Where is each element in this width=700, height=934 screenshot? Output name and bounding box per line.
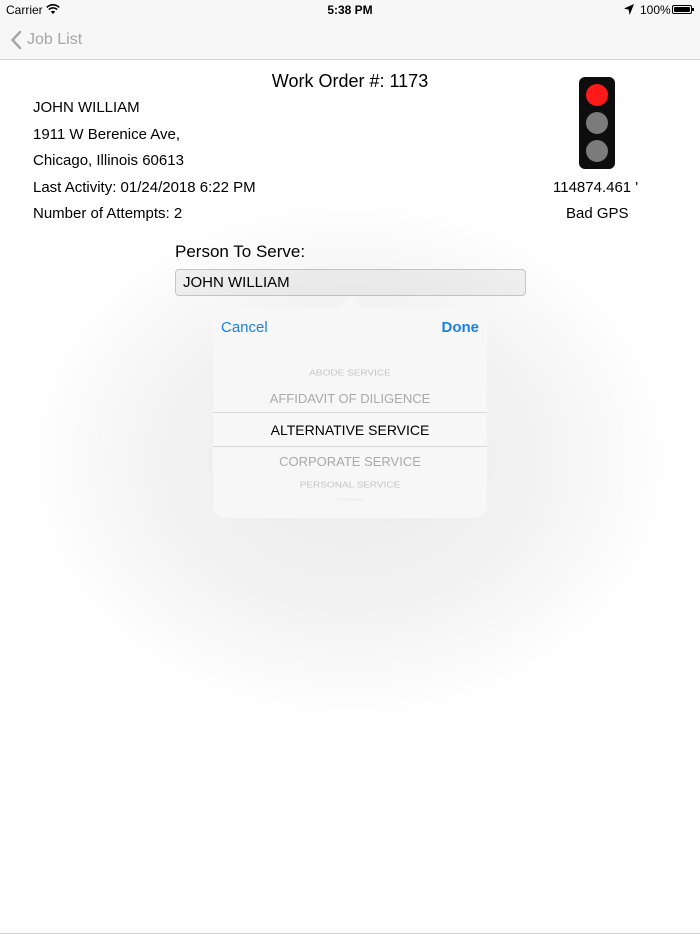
picker-option[interactable]: POSTING [213, 499, 487, 502]
picker-selection-divider-top [213, 412, 487, 413]
navigation-bar: Job List [0, 20, 700, 60]
attempts-count: Number of Attempts: 2 [33, 205, 183, 222]
battery-icon [672, 5, 694, 14]
yellow-light [586, 112, 608, 134]
picker-option[interactable]: AFFIDAVIT OF DILIGENCE [213, 391, 487, 406]
person-to-serve-label: Person To Serve: [175, 242, 306, 261]
address-line-1: 1911 W Berenice Ave, [33, 126, 181, 143]
clock: 5:38 PM [327, 3, 373, 17]
gps-distance: 114874.461 ' [553, 179, 639, 196]
person-to-serve-input[interactable] [175, 269, 526, 296]
picker-option-selected[interactable]: ALTERNATIVE SERVICE [213, 422, 487, 438]
picker-option[interactable]: PERSONAL SERVICE [213, 481, 487, 490]
traffic-light-icon [579, 77, 615, 169]
location-arrow-icon [624, 4, 634, 15]
client-name: JOHN WILLIAM [33, 99, 140, 116]
picker-selection-divider-bottom [213, 446, 487, 447]
last-activity: Last Activity: 01/24/2018 6:22 PM [33, 179, 256, 196]
gps-status: Bad GPS [566, 205, 629, 222]
green-light [586, 140, 608, 162]
picker-option[interactable]: ABODE SERVICE [213, 369, 487, 378]
picker-option[interactable]: CORPORATE SERVICE [213, 454, 487, 469]
service-type-popover: Cancel Done ABODE SERVICE AFFIDAVIT OF D… [213, 308, 487, 518]
red-light [586, 84, 608, 106]
chevron-left-icon [11, 30, 22, 50]
back-button-label: Job List [27, 31, 83, 48]
cancel-button[interactable]: Cancel [221, 319, 268, 336]
status-bar: Carrier 5:38 PM 100% [0, 0, 700, 20]
battery-percentage: 100% [640, 3, 671, 17]
address-line-2: Chicago, Illinois 60613 [33, 152, 184, 169]
done-button[interactable]: Done [442, 319, 480, 336]
back-button[interactable]: Job List [10, 28, 82, 52]
